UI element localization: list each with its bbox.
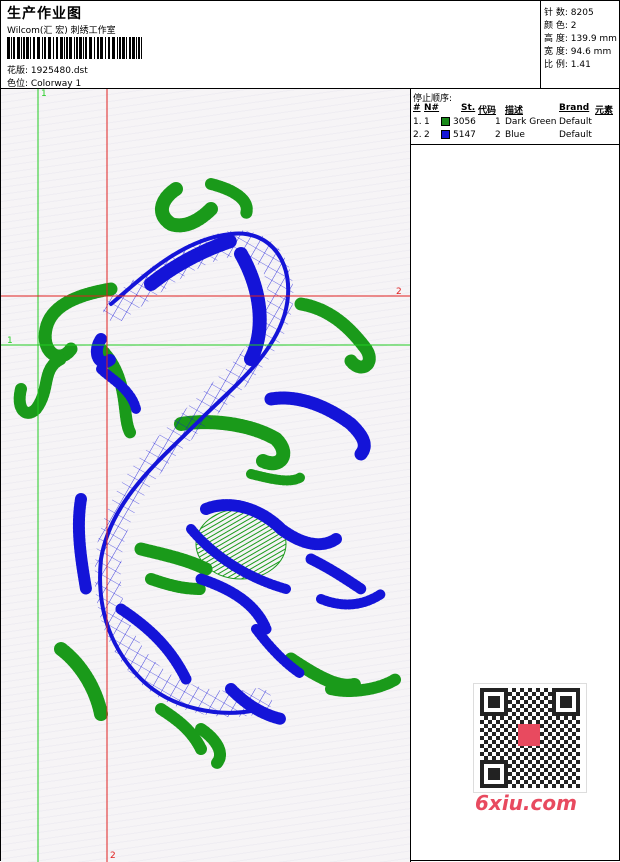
color-swatch [441, 117, 450, 126]
barcode [7, 37, 142, 59]
col-code: 代码 [478, 106, 497, 116]
stats-panel: 针 数: 8205 颜 色: 2 高 度: 139.9 mm 宽 度: 94.6… [541, 1, 620, 89]
stat-scale: 比 例: 1.41 [544, 60, 591, 70]
embroidery-drawing: 1 1 2 2 [1, 89, 410, 862]
green-guide-label-left: 1 [7, 336, 13, 346]
blue-thread-layer [72, 230, 386, 725]
page-title: 生产作业图 [7, 6, 82, 22]
qr-code [473, 683, 587, 793]
col-brand: Brand [559, 103, 590, 113]
col-element: 元素 [595, 106, 614, 116]
studio-subtitle: Wilcom(汇 宏) 刺绣工作室 [7, 26, 116, 36]
stat-colors: 颜 色: 2 [544, 21, 577, 31]
col-hash: # [413, 103, 421, 113]
stat-stitches: 针 数: 8205 [544, 8, 594, 18]
green-thread-layer [13, 178, 402, 770]
design-preview: 1 1 2 2 [1, 89, 411, 862]
design-file-label: 花版: 1925480.dst [7, 66, 88, 76]
colorway-label: 色位: Colorway 1 [7, 79, 82, 89]
col-n: N# [424, 103, 440, 113]
stat-height: 高 度: 139.9 mm [544, 34, 617, 44]
col-description: 描述 [505, 106, 524, 116]
production-worksheet: 生产作业图 Wilcom(汇 宏) 刺绣工作室 花版: 1925480.dst … [0, 0, 620, 862]
green-guide-label-top: 1 [41, 89, 47, 99]
stat-width: 宽 度: 94.6 mm [544, 47, 612, 57]
red-guide-label-right: 2 [396, 287, 402, 297]
header-panel: 生产作业图 Wilcom(汇 宏) 刺绣工作室 花版: 1925480.dst … [1, 1, 541, 89]
red-guide-label-bottom: 2 [110, 851, 116, 861]
col-stitches: St. [461, 103, 476, 113]
color-swatch [441, 130, 450, 139]
watermark: 6xiu.com [475, 791, 577, 815]
stop-sequence-panel: 停止顺序: # N# St. 代码 描述 Brand 元素 1. 1 3056 … [411, 89, 620, 145]
